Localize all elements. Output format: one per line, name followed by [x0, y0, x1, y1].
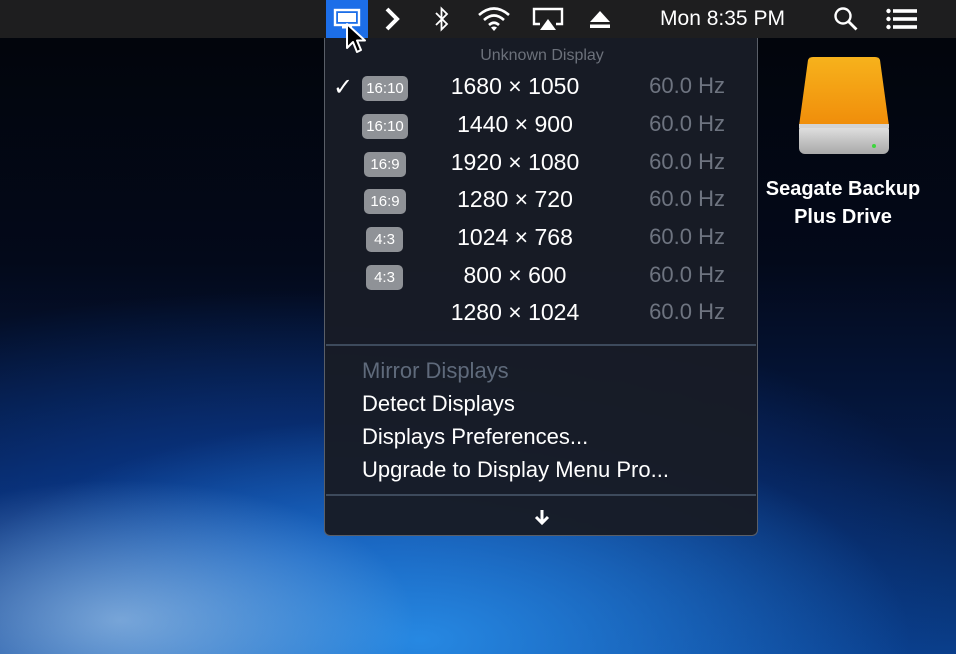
- eject-icon: [590, 11, 610, 28]
- chevron-right-icon: [385, 7, 400, 31]
- aspect-ratio-badge: 16:9: [364, 189, 406, 214]
- refresh-rate-label: 60.0 Hz: [649, 111, 725, 136]
- bluetooth-menu-extra[interactable]: [428, 0, 456, 38]
- resolution-item-1440x900[interactable]: 16:10 1440 × 900 60.0 Hz: [325, 109, 759, 145]
- mouse-cursor-icon: [346, 23, 366, 53]
- chevron-right-menu-extra[interactable]: [378, 0, 406, 38]
- checkmark-icon: ✓: [333, 74, 354, 101]
- eject-menu-extra[interactable]: [584, 0, 616, 38]
- menu-bar-clock[interactable]: Mon 8:35 PM: [640, 0, 805, 38]
- resolution-label: 800 × 600: [463, 262, 567, 288]
- drive-label[interactable]: Seagate Backup Plus Drive: [748, 175, 938, 231]
- resolution-item-1920x1080[interactable]: 16:9 1920 × 1080 60.0 Hz: [325, 147, 759, 183]
- drive-label-line: Plus Drive: [794, 206, 892, 228]
- resolution-label: 1680 × 1050: [450, 73, 580, 99]
- displays-preferences-item[interactable]: Displays Preferences...: [362, 424, 588, 450]
- upgrade-pro-item[interactable]: Upgrade to Display Menu Pro...: [362, 457, 669, 483]
- drive-label-line: Seagate Backup: [765, 178, 921, 200]
- refresh-rate-label: 60.0 Hz: [649, 186, 725, 211]
- menu-separator: [326, 494, 756, 496]
- arrow-down-icon: [534, 510, 550, 526]
- notification-center-icon: [886, 8, 917, 30]
- resolution-label: 1280 × 720: [457, 186, 573, 212]
- resolution-item-1280x720[interactable]: 16:9 1280 × 720 60.0 Hz: [325, 184, 759, 220]
- resolution-label: 1920 × 1080: [450, 149, 580, 175]
- wifi-icon: [478, 7, 510, 31]
- airplay-icon: [532, 7, 564, 30]
- aspect-ratio-badge: 16:10: [362, 114, 408, 139]
- refresh-rate-label: 60.0 Hz: [649, 224, 725, 249]
- resolution-item-1280x1024[interactable]: 1280 × 1024 60.0 Hz: [325, 297, 759, 333]
- airplay-menu-extra[interactable]: [528, 0, 568, 38]
- aspect-ratio-badge: 16:10: [362, 76, 408, 101]
- external-drive-icon[interactable]: [798, 56, 890, 156]
- resolution-item-800x600[interactable]: 4:3 800 × 600 60.0 Hz: [325, 260, 759, 296]
- notification-center-menu-extra[interactable]: [882, 0, 922, 38]
- refresh-rate-label: 60.0 Hz: [649, 262, 725, 287]
- resolution-item-1024x768[interactable]: 4:3 1024 × 768 60.0 Hz: [325, 222, 759, 258]
- menu-separator: [326, 344, 756, 346]
- resolution-label: 1440 × 900: [457, 111, 573, 137]
- detect-displays-item[interactable]: Detect Displays: [362, 391, 515, 417]
- aspect-ratio-badge: 16:9: [364, 152, 406, 177]
- scroll-more-button[interactable]: [325, 508, 759, 531]
- menu-header: Unknown Display: [480, 47, 604, 64]
- refresh-rate-label: 60.0 Hz: [649, 299, 725, 324]
- aspect-ratio-badge: 4:3: [366, 227, 403, 252]
- resolution-label: 1280 × 1024: [450, 299, 580, 325]
- menu-bar: Mon 8:35 PM: [0, 0, 956, 38]
- mirror-displays-item: Mirror Displays: [362, 358, 509, 383]
- bluetooth-icon: [435, 6, 449, 32]
- spotlight-search-icon: [834, 7, 858, 31]
- refresh-rate-label: 60.0 Hz: [649, 149, 725, 174]
- refresh-rate-label: 60.0 Hz: [649, 73, 725, 98]
- resolution-item-1680x1050[interactable]: ✓ 16:10 1680 × 1050 60.0 Hz: [325, 71, 759, 107]
- wifi-menu-extra[interactable]: [474, 0, 514, 38]
- resolution-label: 1024 × 768: [457, 224, 573, 250]
- display-dropdown-menu: Unknown Display ✓ 16:10 1680 × 1050 60.0…: [324, 38, 758, 536]
- spotlight-menu-extra[interactable]: [830, 0, 862, 38]
- aspect-ratio-badge: 4:3: [366, 265, 403, 290]
